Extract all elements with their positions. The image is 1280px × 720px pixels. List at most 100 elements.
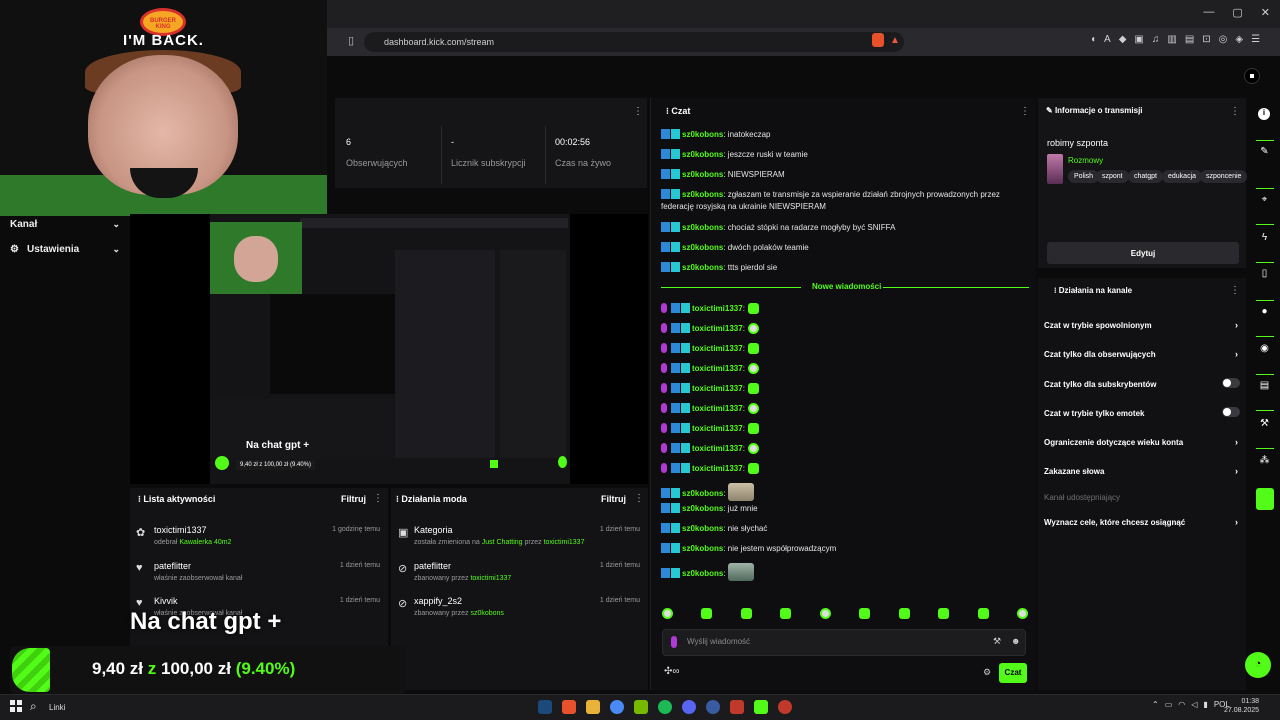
nvidia-icon[interactable] bbox=[634, 700, 648, 714]
chat-username[interactable]: toxictimi1337 bbox=[692, 324, 743, 333]
chat-username[interactable]: sz0kobons bbox=[682, 544, 723, 553]
channel-action-row[interactable]: Ograniczenie dotyczące wieku konta › bbox=[1044, 437, 1240, 447]
clock[interactable]: 01:38 27.08.2025 bbox=[1224, 697, 1259, 715]
activity-filter-button[interactable]: Filtruj bbox=[341, 494, 366, 504]
chat-username[interactable]: sz0kobons bbox=[682, 190, 723, 199]
steam-icon[interactable] bbox=[538, 700, 552, 714]
stream-tag[interactable]: szpont bbox=[1096, 170, 1129, 183]
chat-bubble-icon[interactable]: ● bbox=[1257, 306, 1272, 321]
chevron-up-icon[interactable]: ⌃ bbox=[1152, 700, 1159, 709]
more-icon[interactable]: ⋮ bbox=[633, 106, 643, 117]
modaction-user[interactable]: toxictimi1337 bbox=[544, 539, 585, 546]
chat-username[interactable]: sz0kobons bbox=[682, 170, 723, 179]
more-icon[interactable]: ⋮ bbox=[1230, 106, 1240, 117]
wrench-icon[interactable]: ⚒ bbox=[1257, 418, 1272, 433]
discord-icon[interactable] bbox=[682, 700, 696, 714]
channel-action-row[interactable]: Wyznacz cele, które chcesz osiągnąć › bbox=[1044, 517, 1240, 527]
emote-button[interactable] bbox=[780, 608, 792, 619]
headset-icon[interactable]: ◔ bbox=[1245, 652, 1271, 678]
more-icon[interactable]: ⋮ bbox=[1230, 285, 1240, 296]
channel-action-row[interactable]: Czat tylko dla obserwujących › bbox=[1044, 349, 1240, 359]
chrome-icon[interactable] bbox=[610, 700, 624, 714]
chat-username[interactable]: toxictimi1337 bbox=[692, 424, 743, 433]
activity-name[interactable]: pateflitter bbox=[154, 561, 191, 571]
folder-icon[interactable] bbox=[586, 700, 600, 714]
monitor-icon[interactable]: ▭ bbox=[1165, 700, 1173, 709]
chat-username[interactable]: toxictimi1337 bbox=[692, 384, 743, 393]
app-icon[interactable] bbox=[706, 700, 720, 714]
extension-icon[interactable]: ◆ bbox=[1119, 34, 1127, 45]
menu-icon[interactable]: ☰ bbox=[1251, 34, 1260, 45]
shield-icon[interactable]: ◈ bbox=[1235, 34, 1243, 45]
chat-username[interactable]: sz0kobons bbox=[682, 489, 723, 498]
chat-username[interactable]: sz0kobons bbox=[682, 243, 723, 252]
toggle-switch[interactable] bbox=[1222, 378, 1240, 388]
send-button[interactable]: Czat bbox=[999, 663, 1027, 683]
clapper-icon[interactable] bbox=[1256, 488, 1274, 510]
emote-button[interactable] bbox=[977, 608, 989, 619]
more-icon[interactable]: ⋮ bbox=[634, 493, 644, 504]
more-icon[interactable]: ⋮ bbox=[1020, 106, 1030, 117]
search-icon[interactable]: ⌕ bbox=[30, 699, 37, 714]
category-link[interactable]: Rozmowy bbox=[1068, 156, 1103, 165]
activity-name[interactable]: toxictimi1337 bbox=[154, 525, 207, 535]
toggle-switch[interactable] bbox=[1222, 407, 1240, 417]
volume-icon[interactable]: ◁ bbox=[1191, 700, 1197, 709]
profile-avatar[interactable] bbox=[1244, 68, 1260, 84]
chat-username[interactable]: toxictimi1337 bbox=[692, 404, 743, 413]
taskbar-search[interactable]: Linki bbox=[49, 703, 65, 712]
bookmark-icon[interactable]: ▯ bbox=[348, 34, 354, 47]
emote-button[interactable] bbox=[662, 608, 673, 619]
chat-username[interactable]: sz0kobons bbox=[682, 223, 723, 232]
channel-action-row[interactable]: Zakazane słowa › bbox=[1044, 466, 1240, 476]
translate-icon[interactable]: A bbox=[1104, 34, 1111, 45]
emote-button[interactable] bbox=[938, 608, 950, 619]
sidebar-icon[interactable]: ▥ bbox=[1167, 34, 1176, 45]
activity-name[interactable]: Kivvik bbox=[154, 596, 178, 606]
modaction-name[interactable]: pateflitter bbox=[414, 561, 451, 571]
modactions-filter-button[interactable]: Filtruj bbox=[601, 494, 626, 504]
more-icon[interactable]: ⋮ bbox=[373, 493, 383, 504]
reader-icon[interactable]: ▤ bbox=[1185, 34, 1194, 45]
maximize-button[interactable]: ▢ bbox=[1232, 6, 1242, 19]
chat-username[interactable]: sz0kobons bbox=[682, 569, 723, 578]
chat-username[interactable]: sz0kobons bbox=[682, 130, 723, 139]
kick-icon[interactable] bbox=[754, 700, 768, 714]
address-bar[interactable]: dashboard.kick.com/stream bbox=[364, 32, 904, 52]
emote-button[interactable] bbox=[898, 608, 910, 619]
rewards-icon[interactable]: ▲ bbox=[890, 35, 900, 46]
chat-username[interactable]: sz0kobons bbox=[682, 150, 723, 159]
broadcast-icon[interactable]: ◉ bbox=[1257, 343, 1272, 358]
target-icon[interactable]: ⌖ bbox=[1257, 194, 1272, 209]
brave-shield-icon[interactable] bbox=[872, 33, 884, 47]
info-icon[interactable]: i bbox=[1258, 108, 1270, 120]
modaction-name[interactable]: xappify_2s2 bbox=[414, 596, 462, 606]
wifi-icon[interactable]: ◠ bbox=[1178, 700, 1185, 709]
screenshot-icon[interactable]: ▣ bbox=[1134, 34, 1143, 45]
battery-icon[interactable]: ▮ bbox=[1203, 700, 1207, 709]
sidebar-item-channel[interactable]: Kanał ⌄ bbox=[10, 219, 120, 230]
chat-input-placeholder[interactable]: Wyślij wiadomość bbox=[687, 637, 750, 646]
audio-icon[interactable]: ◖ bbox=[1090, 34, 1096, 45]
windows-start-icon[interactable] bbox=[10, 700, 22, 712]
smile-icon[interactable]: ☻ bbox=[1011, 636, 1020, 646]
emote-button[interactable] bbox=[1016, 608, 1028, 619]
chat-username[interactable]: toxictimi1337 bbox=[692, 304, 743, 313]
wallet-icon[interactable]: ⊡ bbox=[1202, 34, 1210, 45]
vpn-icon[interactable]: ◎ bbox=[1219, 34, 1228, 45]
save-icon[interactable]: ▤ bbox=[1257, 380, 1272, 395]
stream-tag[interactable]: szponcenie bbox=[1200, 170, 1248, 183]
emote-button[interactable] bbox=[859, 608, 871, 619]
minimize-button[interactable]: — bbox=[1203, 6, 1214, 19]
pencil-icon[interactable]: ✎ bbox=[1257, 146, 1272, 161]
emote-button[interactable] bbox=[701, 608, 713, 619]
chat-username[interactable]: toxictimi1337 bbox=[692, 444, 743, 453]
sidebar-item-settings[interactable]: ⚙ Ustawienia ⌄ bbox=[10, 244, 120, 255]
channel-action-row[interactable]: Czat tylko dla subskrybentów bbox=[1044, 378, 1240, 389]
recorder-icon[interactable] bbox=[778, 700, 792, 714]
stream-tag[interactable]: Polish bbox=[1068, 170, 1100, 183]
chat-username[interactable]: toxictimi1337 bbox=[692, 364, 743, 373]
chat-username[interactable]: sz0kobons bbox=[682, 263, 723, 272]
stream-tag[interactable]: edukacja bbox=[1162, 170, 1203, 183]
brave-icon[interactable] bbox=[562, 700, 576, 714]
